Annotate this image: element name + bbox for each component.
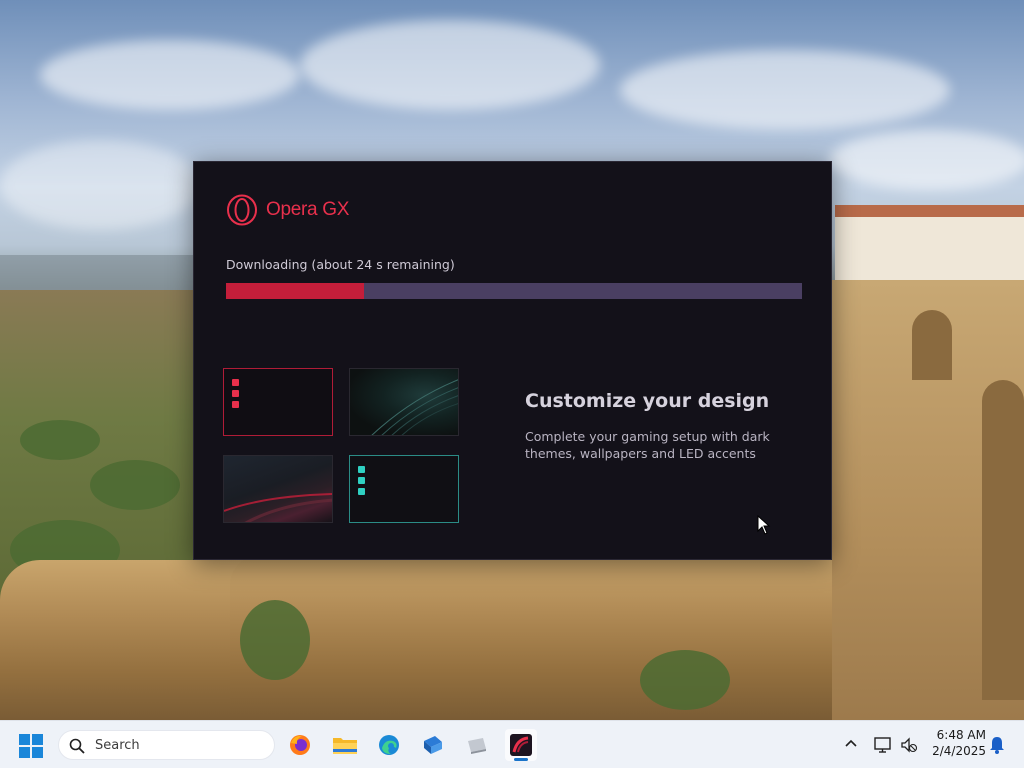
firefox-taskbar-button[interactable]: [284, 729, 316, 761]
teal-led-theme-thumbnail: [349, 455, 459, 523]
red-led-theme-thumbnail: [223, 368, 333, 436]
volume-muted-icon[interactable]: [900, 735, 918, 755]
file-explorer-icon: [333, 738, 357, 754]
gray-app-icon: [468, 738, 486, 754]
network-icon[interactable]: [873, 735, 893, 755]
system-clock[interactable]: 6:48 AM 2/4/2025: [928, 727, 986, 759]
opera-gx-logo: Opera GX: [226, 194, 349, 226]
progress-fill: [226, 283, 365, 299]
taskbar: Search 6:48 AM 2/4/2025: [0, 720, 1024, 768]
clock-time: 6:48 AM: [936, 728, 986, 742]
opera-gx-installer-icon: [510, 734, 532, 756]
mouse-cursor-icon: [757, 515, 771, 535]
download-progress-bar: [226, 283, 802, 299]
windows-start-icon[interactable]: [18, 733, 44, 759]
file-explorer-taskbar-button[interactable]: [329, 729, 361, 761]
notification-bell-icon[interactable]: [988, 735, 1006, 755]
search-icon: [69, 738, 85, 754]
opera-gx-installer-window: Opera GX Downloading (about 24 s remaini…: [193, 161, 832, 560]
opera-logo-icon: [227, 194, 257, 226]
edge-icon: [379, 735, 399, 755]
wave-wallpaper-thumbnail: [349, 368, 459, 436]
search-placeholder: Search: [95, 738, 140, 753]
download-status-text: Downloading (about 24 s remaining): [226, 257, 455, 272]
blue-app-taskbar-button[interactable]: [417, 729, 449, 761]
blue-app-icon: [424, 736, 442, 754]
opera-gx-installer-taskbar-button[interactable]: [505, 729, 537, 761]
feature-title: Customize your design: [525, 390, 770, 412]
chevron-up-icon[interactable]: [842, 735, 860, 753]
feature-description: Complete your gaming setup with dark the…: [525, 429, 770, 461]
edge-taskbar-button[interactable]: [373, 729, 405, 761]
car-wallpaper-thumbnail: [223, 455, 333, 523]
active-app-indicator: [514, 758, 528, 761]
gray-app-taskbar-button[interactable]: [461, 729, 493, 761]
brand-name: Opera GX: [266, 199, 350, 220]
clock-date: 2/4/2025: [932, 744, 986, 758]
taskbar-search-box[interactable]: Search: [58, 730, 275, 760]
firefox-icon: [290, 735, 310, 755]
